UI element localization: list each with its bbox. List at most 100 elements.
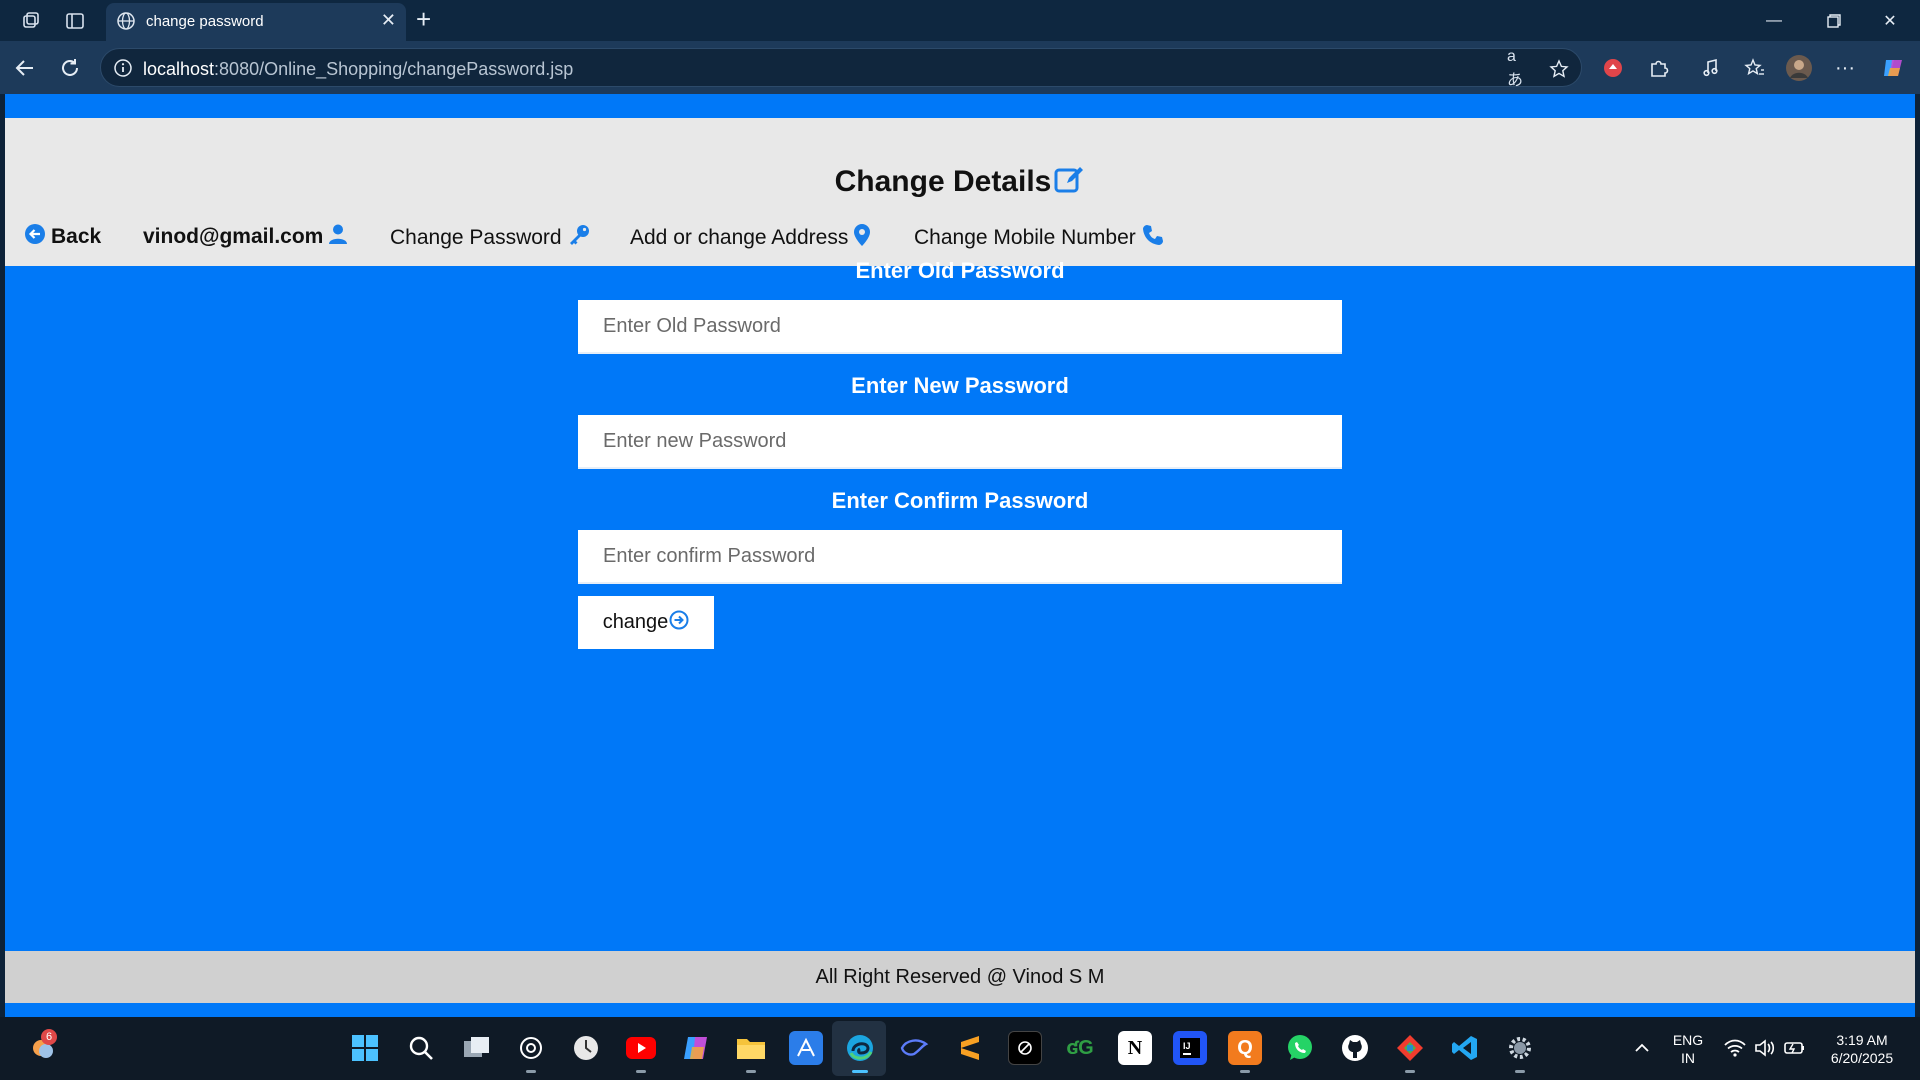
new-password-label: Enter New Password (851, 373, 1069, 398)
address-label: Add or change Address (630, 226, 849, 249)
workspaces-icon[interactable] (18, 8, 44, 34)
language-indicator[interactable]: ENG IN (1660, 1031, 1716, 1067)
divider (578, 582, 1342, 584)
page-title-text: Change Details (834, 165, 1052, 198)
address-bar[interactable]: localhost:8080/Online_Shopping/changePas… (100, 48, 1582, 89)
running-indicator (1240, 1070, 1250, 1073)
edge-browser-icon[interactable] (843, 1031, 877, 1073)
site-info-icon[interactable] (113, 58, 133, 83)
wifi-icon[interactable] (1718, 1031, 1752, 1065)
close-window-button[interactable]: ✕ (1870, 8, 1910, 34)
start-windows-icon[interactable] (348, 1031, 382, 1065)
settings-gear-icon[interactable] (1503, 1031, 1537, 1073)
copilot-app-icon[interactable] (679, 1031, 713, 1065)
read-aloud-icon[interactable]: aあ (1507, 48, 1531, 89)
close-tab-icon[interactable]: ✕ (381, 10, 396, 31)
url-host: localhost (143, 59, 215, 79)
chatgpt-icon[interactable] (514, 1031, 548, 1073)
volume-icon[interactable] (1748, 1031, 1782, 1065)
key-icon (568, 224, 590, 252)
page-header: Change Details Back vinod@gmail.com Chan… (5, 118, 1915, 266)
page-viewport: Change Details Back vinod@gmail.com Chan… (5, 94, 1915, 1017)
restore-button[interactable] (1814, 8, 1854, 34)
mobile-number-label: Change Mobile Number (914, 226, 1136, 249)
svg-text:IJ: IJ (1183, 1041, 1191, 1051)
task-view-icon[interactable] (460, 1031, 494, 1065)
change-button[interactable]: change (578, 596, 714, 649)
extension-red-icon[interactable] (1598, 53, 1628, 83)
mobile-number-link[interactable]: Change Mobile Number (914, 224, 1164, 252)
extensions-puzzle-icon[interactable] (1644, 53, 1674, 83)
address-link[interactable]: Add or change Address (630, 224, 871, 252)
notion-icon[interactable]: N (1118, 1031, 1152, 1065)
battery-icon[interactable] (1778, 1031, 1812, 1065)
file-explorer-icon[interactable] (734, 1031, 768, 1073)
more-options-icon[interactable]: ··· (1830, 53, 1860, 83)
sketch-app-icon[interactable] (789, 1031, 823, 1065)
q-app-icon[interactable]: Q (1228, 1031, 1262, 1073)
page-title: Change Details (5, 164, 1915, 199)
running-indicator (746, 1070, 756, 1073)
intellij-icon[interactable]: IJ (1173, 1031, 1207, 1065)
browser-tab-bar: change password ✕ + — ✕ (0, 0, 1920, 41)
user-email-link[interactable]: vinod@gmail.com (143, 224, 348, 250)
media-control-icon[interactable] (1696, 53, 1726, 83)
region-code: IN (1681, 1050, 1695, 1066)
new-tab-button[interactable]: + (416, 6, 431, 32)
user-icon (329, 224, 348, 250)
change-password-link[interactable]: Change Password (390, 224, 590, 252)
running-indicator (1405, 1070, 1415, 1073)
notification-badge: 6 (41, 1029, 57, 1045)
copilot-icon[interactable] (1878, 53, 1908, 83)
vertical-tabs-icon[interactable] (62, 8, 88, 34)
git-gui-icon[interactable] (1393, 1031, 1427, 1073)
circle-arrow-right-icon (669, 610, 689, 636)
whatsapp-icon[interactable] (1283, 1031, 1317, 1065)
url-text: localhost:8080/Online_Shopping/changePas… (143, 59, 573, 80)
browser-tab[interactable]: change password ✕ (106, 3, 406, 41)
change-button-label: change (602, 611, 669, 633)
old-password-label: Enter Old Password (855, 258, 1065, 283)
clock-time: 3:19 AM (1836, 1032, 1888, 1048)
running-indicator (526, 1070, 536, 1073)
phone-icon (1142, 224, 1164, 252)
deepseek-icon[interactable] (898, 1031, 932, 1065)
youtube-icon[interactable] (624, 1031, 658, 1073)
cursor-app-icon[interactable] (1008, 1031, 1042, 1065)
vscode-icon[interactable] (1448, 1031, 1482, 1065)
back-link[interactable]: Back (25, 224, 101, 250)
map-marker-icon (854, 224, 871, 252)
change-password-label: Change Password (390, 226, 562, 249)
user-email-label: vinod@gmail.com (143, 225, 324, 248)
page-footer: All Right Reserved @ Vinod S M (5, 951, 1915, 1003)
minimize-button[interactable]: — (1754, 8, 1794, 34)
favorites-icon[interactable] (1740, 53, 1770, 83)
clock-app-icon[interactable] (569, 1031, 603, 1065)
sublime-text-icon[interactable] (953, 1031, 987, 1065)
profile-avatar[interactable] (1784, 53, 1814, 83)
old-password-input[interactable] (578, 300, 1342, 353)
url-path: :8080/Online_Shopping/changePassword.jsp (214, 59, 574, 79)
refresh-icon[interactable] (55, 53, 85, 83)
back-link-label: Back (51, 225, 102, 248)
clock[interactable]: 3:19 AM 6/20/2025 (1812, 1031, 1912, 1067)
favorite-star-icon[interactable] (1547, 57, 1571, 81)
edit-icon (1051, 165, 1085, 198)
running-indicator (1515, 1070, 1525, 1073)
back-arrow-icon[interactable] (10, 53, 40, 83)
tab-title: change password (146, 13, 264, 30)
taskbar: 6 ʛG N IJ Q ENG IN 3:19 AM 6/20/2025 (0, 1017, 1920, 1080)
geeksforgeeks-icon[interactable]: ʛG (1063, 1031, 1097, 1065)
globe-icon (116, 11, 136, 36)
clock-date: 6/20/2025 (1830, 1050, 1894, 1066)
running-indicator (636, 1070, 646, 1073)
language-code: ENG (1672, 1032, 1704, 1048)
circle-arrow-left-icon (25, 224, 45, 250)
active-indicator (852, 1070, 868, 1073)
github-icon[interactable] (1338, 1031, 1372, 1065)
new-password-input[interactable] (578, 415, 1342, 468)
browser-nav-bar: localhost:8080/Online_Shopping/changePas… (0, 41, 1920, 94)
search-icon[interactable] (404, 1031, 438, 1065)
confirm-password-input[interactable] (578, 530, 1342, 583)
tray-chevron-up-icon[interactable] (1625, 1031, 1659, 1065)
